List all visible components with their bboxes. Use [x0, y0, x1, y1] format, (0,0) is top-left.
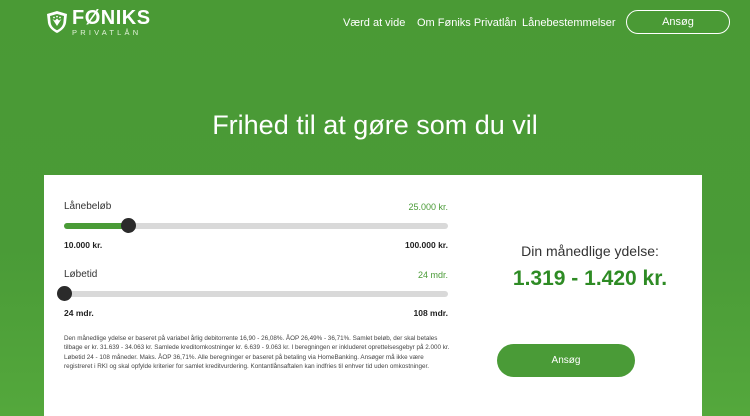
nav-link-laanebestemmelser[interactable]: Lånebestemmelser — [522, 17, 616, 29]
monthly-payment-value: 1.319 - 1.420 kr. — [512, 267, 668, 290]
nav-apply-button[interactable]: Ansøg — [626, 10, 730, 34]
loan-amount-slider-fill — [64, 223, 128, 229]
loan-calculator-card: Lånebeløb 25.000 kr. 10.000 kr. 100.000 … — [44, 175, 702, 416]
term-min: 24 mdr. — [64, 308, 94, 318]
term-slider[interactable] — [57, 286, 448, 301]
monthly-payment-label: Din månedlige ydelse: — [521, 243, 659, 259]
loan-amount-min: 10.000 kr. — [64, 240, 103, 250]
loan-amount-value: 25.000 kr. — [408, 202, 448, 212]
loan-amount-label: Lånebeløb — [64, 201, 112, 212]
nav-link-vaerd-at-vide[interactable]: Værd at vide — [343, 17, 405, 29]
brand-logo[interactable]: FØNIKS PRIVATLÅN — [46, 8, 151, 37]
loan-amount-slider[interactable] — [64, 218, 448, 233]
brand-subtitle: PRIVATLÅN — [72, 28, 142, 37]
term-label: Løbetid — [64, 269, 98, 280]
nav-link-om-foniks[interactable]: Om Føniks Privatlån — [417, 17, 517, 29]
hero-title: Frihed til at gøre som du vil — [212, 110, 538, 140]
loan-disclaimer: Den månedlige ydelse er baseret på varia… — [64, 335, 450, 370]
term-slider-handle[interactable] — [57, 286, 72, 301]
term-max: 108 mdr. — [413, 308, 449, 318]
term-value: 24 mdr. — [417, 270, 448, 280]
loan-amount-max: 100.000 kr. — [404, 240, 448, 250]
shield-logo-icon — [47, 11, 67, 34]
brand-name: FØNIKS — [72, 7, 151, 29]
apply-button[interactable]: Ansøg — [497, 344, 635, 377]
loan-amount-slider-handle[interactable] — [121, 218, 136, 233]
